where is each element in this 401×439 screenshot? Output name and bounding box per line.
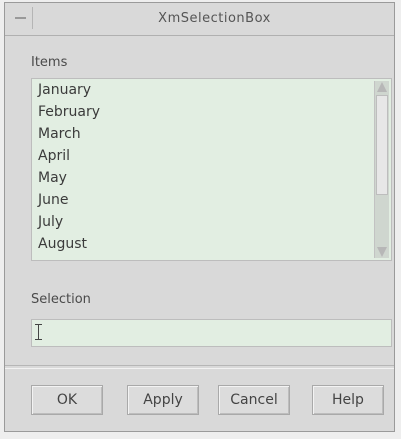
cancel-button[interactable]: Cancel: [218, 385, 290, 415]
list-item-march[interactable]: March: [32, 123, 391, 145]
selection-label: Selection: [31, 292, 91, 307]
window-title: XmSelectionBox: [158, 11, 271, 26]
selection-box-window: XmSelectionBox Items January February Ma…: [4, 2, 395, 432]
list-item-august[interactable]: August: [32, 233, 391, 255]
items-label: Items: [31, 55, 68, 70]
text-cursor-icon: [35, 324, 42, 340]
list-item-may[interactable]: May: [32, 167, 391, 189]
list-item-april[interactable]: April: [32, 145, 391, 167]
list-item-june[interactable]: June: [32, 189, 391, 211]
scroll-down-arrow-icon[interactable]: [377, 247, 387, 257]
list-item-february[interactable]: February: [32, 101, 391, 123]
window-menu-icon[interactable]: [11, 7, 33, 29]
help-button[interactable]: Help: [312, 385, 384, 415]
list-item-january[interactable]: January: [32, 79, 391, 101]
ok-button[interactable]: OK: [31, 385, 103, 415]
scroll-up-arrow-icon[interactable]: [377, 82, 387, 92]
list-scrollbar[interactable]: [374, 81, 389, 258]
scroll-thumb[interactable]: [376, 95, 388, 195]
list-item-july[interactable]: July: [32, 211, 391, 233]
apply-button[interactable]: Apply: [127, 385, 199, 415]
title-bar[interactable]: XmSelectionBox: [5, 3, 394, 36]
selection-input[interactable]: [31, 319, 392, 347]
button-separator: [5, 365, 394, 369]
items-list[interactable]: January February March April May June Ju…: [31, 78, 392, 261]
